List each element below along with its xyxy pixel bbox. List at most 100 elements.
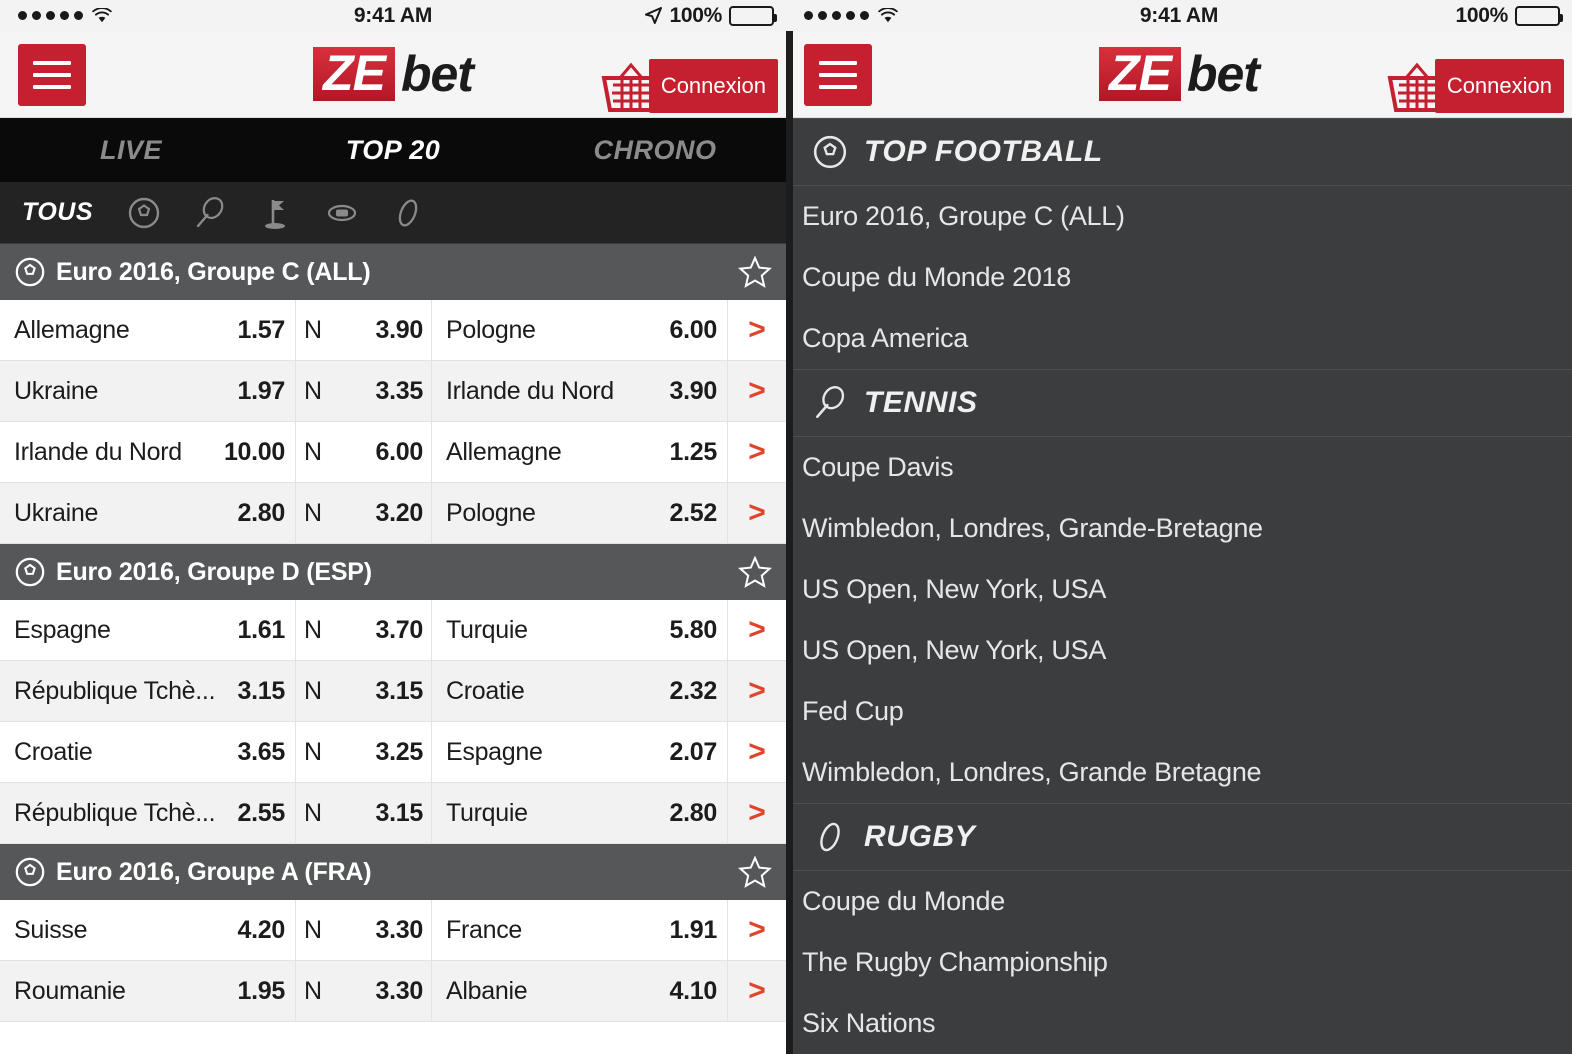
group-header[interactable]: Euro 2016, Groupe C (ALL) — [0, 244, 786, 300]
menu-item[interactable]: Copa America — [786, 308, 1572, 369]
match-detail-button[interactable]: > — [728, 422, 786, 482]
home-cell[interactable]: Ukraine 1.97 — [0, 361, 296, 421]
draw-odd-value: 3.25 — [375, 737, 424, 766]
match-row[interactable]: République Tchè... 2.55 N 3.15 Turquie 2… — [0, 783, 786, 844]
draw-cell[interactable]: N 3.90 — [296, 300, 432, 360]
sport-filter-football[interactable] — [111, 182, 177, 244]
draw-cell[interactable]: N 3.15 — [296, 783, 432, 843]
away-cell[interactable]: Allemagne 1.25 — [432, 422, 728, 482]
status-bar: 9:41 AM 100% — [0, 0, 786, 31]
match-row[interactable]: Allemagne 1.57 N 3.90 Pologne 6.00 > — [0, 300, 786, 361]
group-header[interactable]: Euro 2016, Groupe D (ESP) — [0, 544, 786, 600]
connexion-button[interactable]: Connexion — [1434, 59, 1564, 113]
match-row[interactable]: Croatie 3.65 N 3.25 Espagne 2.07 > — [0, 722, 786, 783]
star-outline-icon[interactable] — [738, 856, 772, 888]
away-cell[interactable]: Espagne 2.07 — [432, 722, 728, 782]
match-detail-button[interactable]: > — [728, 722, 786, 782]
tab-live[interactable]: LIVE — [0, 118, 262, 182]
match-detail-button[interactable]: > — [728, 361, 786, 421]
star-outline-icon[interactable] — [738, 256, 772, 288]
menu-item[interactable]: Six Nations — [786, 993, 1572, 1054]
match-detail-button[interactable]: > — [728, 600, 786, 660]
chevron-right-icon: > — [748, 613, 766, 646]
menu-item[interactable]: Wimbledon, Londres, Grande Bretagne — [786, 742, 1572, 803]
tab-top20[interactable]: TOP 20 — [262, 118, 524, 182]
match-row[interactable]: République Tchè... 3.15 N 3.15 Croatie 2… — [0, 661, 786, 722]
tab-chrono[interactable]: CHRONO — [524, 118, 786, 182]
match-detail-button[interactable]: > — [728, 483, 786, 543]
sport-filter-golf[interactable] — [243, 182, 309, 244]
menu-item[interactable]: Euro 2016, Groupe C (ALL) — [786, 186, 1572, 247]
group-title: Euro 2016, Groupe A (FRA) — [56, 857, 372, 886]
match-row[interactable]: Ukraine 2.80 N 3.20 Pologne 2.52 > — [0, 483, 786, 544]
star-outline-icon[interactable] — [738, 556, 772, 588]
draw-cell[interactable]: N 3.70 — [296, 600, 432, 660]
away-cell[interactable]: Turquie 2.80 — [432, 783, 728, 843]
home-odd-value: 2.80 — [237, 498, 286, 527]
home-odd-value: 3.65 — [237, 737, 286, 766]
match-row[interactable]: Irlande du Nord 10.00 N 6.00 Allemagne 1… — [0, 422, 786, 483]
home-odd-value: 10.00 — [223, 437, 285, 466]
connexion-button[interactable]: Connexion — [648, 59, 778, 113]
draw-cell[interactable]: N 3.30 — [296, 961, 432, 1021]
draw-cell[interactable]: N 6.00 — [296, 422, 432, 482]
group-header[interactable]: Euro 2016, Groupe A (FRA) — [0, 844, 786, 900]
match-detail-button[interactable]: > — [728, 661, 786, 721]
sport-filter-tennis[interactable] — [177, 182, 243, 244]
draw-cell[interactable]: N 3.25 — [296, 722, 432, 782]
menu-item[interactable]: The Rugby Championship — [786, 932, 1572, 993]
menu-item[interactable]: Coupe du Monde — [786, 871, 1572, 932]
away-team-label: France — [446, 915, 523, 944]
home-cell[interactable]: République Tchè... 3.15 — [0, 661, 296, 721]
menu-section-title: TENNIS — [864, 386, 978, 419]
match-row[interactable]: Suisse 4.20 N 3.30 France 1.91 > — [0, 900, 786, 961]
home-cell[interactable]: République Tchè... 2.55 — [0, 783, 296, 843]
menu-item[interactable]: Fed Cup — [786, 681, 1572, 742]
match-detail-button[interactable]: > — [728, 783, 786, 843]
menu-item[interactable]: Wimbledon, Londres, Grande-Bretagne — [786, 498, 1572, 559]
sport-filter-all[interactable]: TOUS — [0, 198, 111, 227]
home-cell[interactable]: Roumanie 1.95 — [0, 961, 296, 1021]
match-detail-button[interactable]: > — [728, 961, 786, 1021]
battery-percent-label: 100% — [1455, 3, 1508, 27]
draw-cell[interactable]: N 3.20 — [296, 483, 432, 543]
home-cell[interactable]: Ukraine 2.80 — [0, 483, 296, 543]
menu-section-header[interactable]: TOP FOOTBALL — [786, 118, 1572, 186]
logo-bet-text: bet — [400, 46, 474, 102]
menu-section-header[interactable]: RUGBY — [786, 803, 1572, 871]
group-sport-icon — [14, 556, 46, 588]
sport-filter-basketball[interactable] — [309, 182, 375, 244]
away-odd-value: 2.52 — [669, 498, 718, 527]
away-cell[interactable]: Irlande du Nord 3.90 — [432, 361, 728, 421]
away-cell[interactable]: Croatie 2.32 — [432, 661, 728, 721]
draw-cell[interactable]: N 3.15 — [296, 661, 432, 721]
home-cell[interactable]: Allemagne 1.57 — [0, 300, 296, 360]
away-cell[interactable]: Turquie 5.80 — [432, 600, 728, 660]
menu-item[interactable]: US Open, New York, USA — [786, 559, 1572, 620]
match-detail-button[interactable]: > — [728, 900, 786, 960]
menu-item[interactable]: Coupe du Monde 2018 — [786, 247, 1572, 308]
home-odd-value: 1.61 — [237, 615, 286, 644]
dual-screenshot-container: 9:41 AM 100% ZE bet Connexion LIVE TOP 2… — [0, 0, 1572, 1054]
draw-odd-value: 3.15 — [375, 676, 424, 705]
home-cell[interactable]: Croatie 3.65 — [0, 722, 296, 782]
menu-section-header[interactable]: TENNIS — [786, 369, 1572, 437]
menu-item[interactable]: US Open, New York, USA — [786, 620, 1572, 681]
away-cell[interactable]: Pologne 2.52 — [432, 483, 728, 543]
home-cell[interactable]: Suisse 4.20 — [0, 900, 296, 960]
menu-item[interactable]: Coupe Davis — [786, 437, 1572, 498]
sport-filter-rugby[interactable] — [375, 182, 441, 244]
away-cell[interactable]: France 1.91 — [432, 900, 728, 960]
sport-filter-bar: TOUS — [0, 182, 786, 244]
home-cell[interactable]: Irlande du Nord 10.00 — [0, 422, 296, 482]
draw-cell[interactable]: N 3.30 — [296, 900, 432, 960]
away-cell[interactable]: Albanie 4.10 — [432, 961, 728, 1021]
home-cell[interactable]: Espagne 1.61 — [0, 600, 296, 660]
match-row[interactable]: Espagne 1.61 N 3.70 Turquie 5.80 > — [0, 600, 786, 661]
match-detail-button[interactable]: > — [728, 300, 786, 360]
match-row[interactable]: Roumanie 1.95 N 3.30 Albanie 4.10 > — [0, 961, 786, 1022]
away-cell[interactable]: Pologne 6.00 — [432, 300, 728, 360]
match-row[interactable]: Ukraine 1.97 N 3.35 Irlande du Nord 3.90… — [0, 361, 786, 422]
draw-odd-value: 3.20 — [375, 498, 424, 527]
draw-cell[interactable]: N 3.35 — [296, 361, 432, 421]
